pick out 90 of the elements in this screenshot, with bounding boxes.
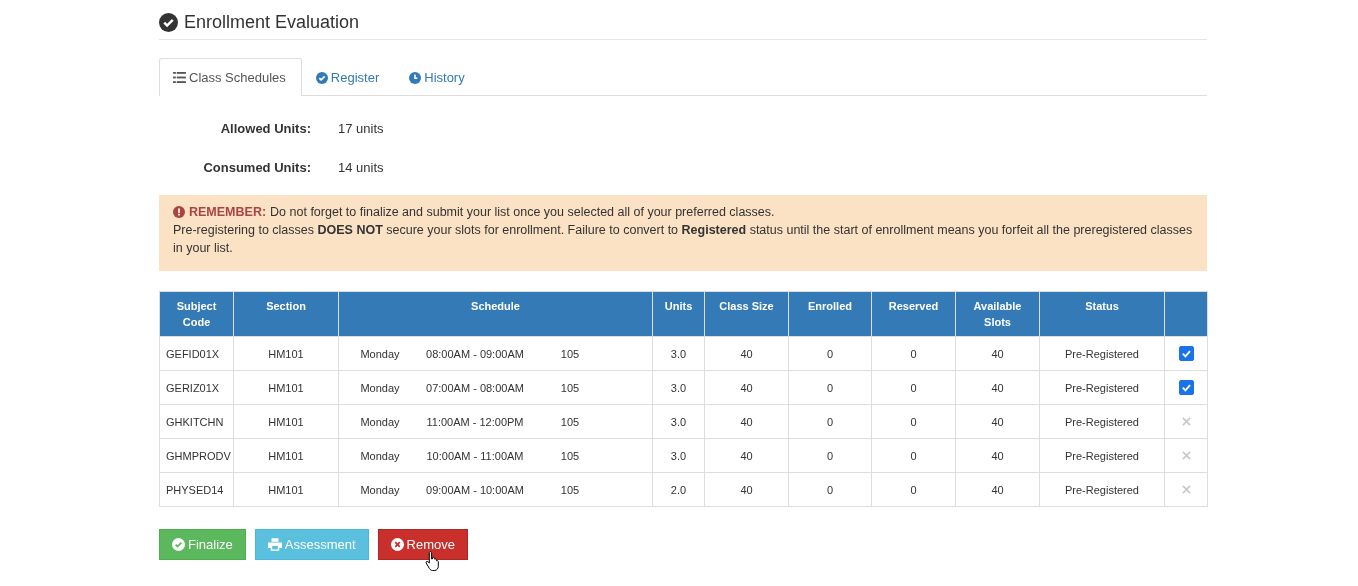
close-icon[interactable] <box>1181 450 1191 460</box>
table-cell: HM101 <box>233 472 339 507</box>
table-cell: 0 <box>871 404 956 439</box>
table-cell: 0 <box>871 438 956 473</box>
tab[interactable]: History <box>395 58 481 96</box>
column-header: Units <box>652 291 705 337</box>
field-value: 17 units <box>338 121 384 136</box>
table-cell: 105 <box>560 483 580 496</box>
check-circle-icon <box>315 71 328 84</box>
table-cell: Pre-Registered <box>1039 438 1165 473</box>
table-cell: 0 <box>788 370 872 405</box>
table-cell: 40 <box>955 404 1040 439</box>
column-header: Subject Code <box>159 291 234 337</box>
table-cell: 2.0 <box>652 472 705 507</box>
table-cell: 40 <box>704 438 789 473</box>
table-cell: 40 <box>704 336 789 371</box>
table-cell: HM101 <box>233 404 339 439</box>
column-header: Schedule <box>338 291 653 337</box>
alert-note: Pre-registering to classes DOES NOT secure your slots for enrollment. Failure to convert to Registered status until the start of enrollment means you forfeit all the preregistered classes in your list. <box>173 222 1193 257</box>
close-circle-icon <box>390 538 404 551</box>
clock-icon <box>409 71 422 84</box>
table-cell: HM101 <box>233 336 339 371</box>
check-circle-icon <box>159 13 178 32</box>
table-cell: 105 <box>560 449 580 462</box>
table-cell: 40 <box>955 336 1040 371</box>
table-cell: GHKITCHN <box>159 404 234 439</box>
alert-message: Do not forget to finalize and submit your list once you selected all of your preferred classes. <box>270 204 775 221</box>
table-cell: GHMPRODV <box>159 438 234 473</box>
table-cell: 105 <box>560 381 580 394</box>
column-header: Enrolled <box>788 291 872 337</box>
table-cell: 0 <box>871 472 956 507</box>
table-cell: 40 <box>955 472 1040 507</box>
table-cell: Monday <box>360 483 400 496</box>
table-cell: GEFID01X <box>159 336 234 371</box>
action-button[interactable]: Finalize <box>159 529 246 560</box>
row-checkbox[interactable] <box>1178 346 1194 361</box>
table-cell: Monday <box>360 347 400 360</box>
table-cell: 40 <box>704 404 789 439</box>
table-cell: GERIZ01X <box>159 370 234 405</box>
table-cell: Pre-Registered <box>1039 472 1165 507</box>
table-cell: 105 <box>560 415 580 428</box>
printer-icon <box>267 538 282 551</box>
table-cell: Monday <box>360 381 400 394</box>
hand-cursor-icon <box>424 550 441 572</box>
alert-label: REMEMBER: <box>189 204 267 221</box>
table-cell: 0 <box>788 472 872 507</box>
close-icon[interactable] <box>1181 484 1191 494</box>
table-cell: 105 <box>560 347 580 360</box>
exclamation-circle-icon <box>173 206 185 218</box>
table-cell: 07:00AM - 08:00AM <box>426 381 524 394</box>
table-cell: 40 <box>955 370 1040 405</box>
table-cell: 08:00AM - 09:00AM <box>426 347 524 360</box>
tab[interactable]: Register <box>301 58 396 96</box>
table-cell: HM101 <box>233 438 339 473</box>
table-cell: HM101 <box>233 370 339 405</box>
table-cell: 40 <box>704 472 789 507</box>
table-cell: 3.0 <box>652 404 705 439</box>
field-value: 14 units <box>338 160 384 175</box>
table-cell: 3.0 <box>652 336 705 371</box>
row-checkbox[interactable] <box>1178 380 1194 395</box>
table-cell: 10:00AM - 11:00AM <box>426 449 524 462</box>
field-label: Consumed Units: <box>202 160 311 175</box>
table-cell: 0 <box>788 336 872 371</box>
table-cell: 40 <box>704 370 789 405</box>
table-cell: 3.0 <box>652 438 705 473</box>
page-title: Enrollment Evaluation <box>184 12 360 33</box>
check-circle-icon <box>172 538 185 551</box>
column-header: Section <box>233 291 339 337</box>
list-icon <box>173 72 186 83</box>
column-header: Reserved <box>871 291 956 337</box>
table-cell: Monday <box>360 415 400 428</box>
table-cell: 11:00AM - 12:00PM <box>426 415 524 428</box>
table-cell: 09:00AM - 10:00AM <box>426 483 524 496</box>
table-cell: 0 <box>871 370 956 405</box>
field-label: Allowed Units: <box>219 121 311 136</box>
tab[interactable]: Class Schedules <box>159 58 302 96</box>
table-cell: PHYSED14 <box>159 472 234 507</box>
table-cell: Pre-Registered <box>1039 404 1165 439</box>
column-header: Class Size <box>704 291 789 337</box>
table-cell: 3.0 <box>652 370 705 405</box>
table-cell: Monday <box>360 449 400 462</box>
table-cell: 40 <box>955 438 1040 473</box>
table-cell: Pre-Registered <box>1039 336 1165 371</box>
column-header: Status <box>1039 291 1165 337</box>
table-cell: 0 <box>788 438 872 473</box>
table-cell: Pre-Registered <box>1039 370 1165 405</box>
column-header: Available Slots <box>955 291 1040 337</box>
table-cell: 0 <box>788 404 872 439</box>
close-icon[interactable] <box>1181 416 1191 426</box>
table-cell: 0 <box>871 336 956 371</box>
